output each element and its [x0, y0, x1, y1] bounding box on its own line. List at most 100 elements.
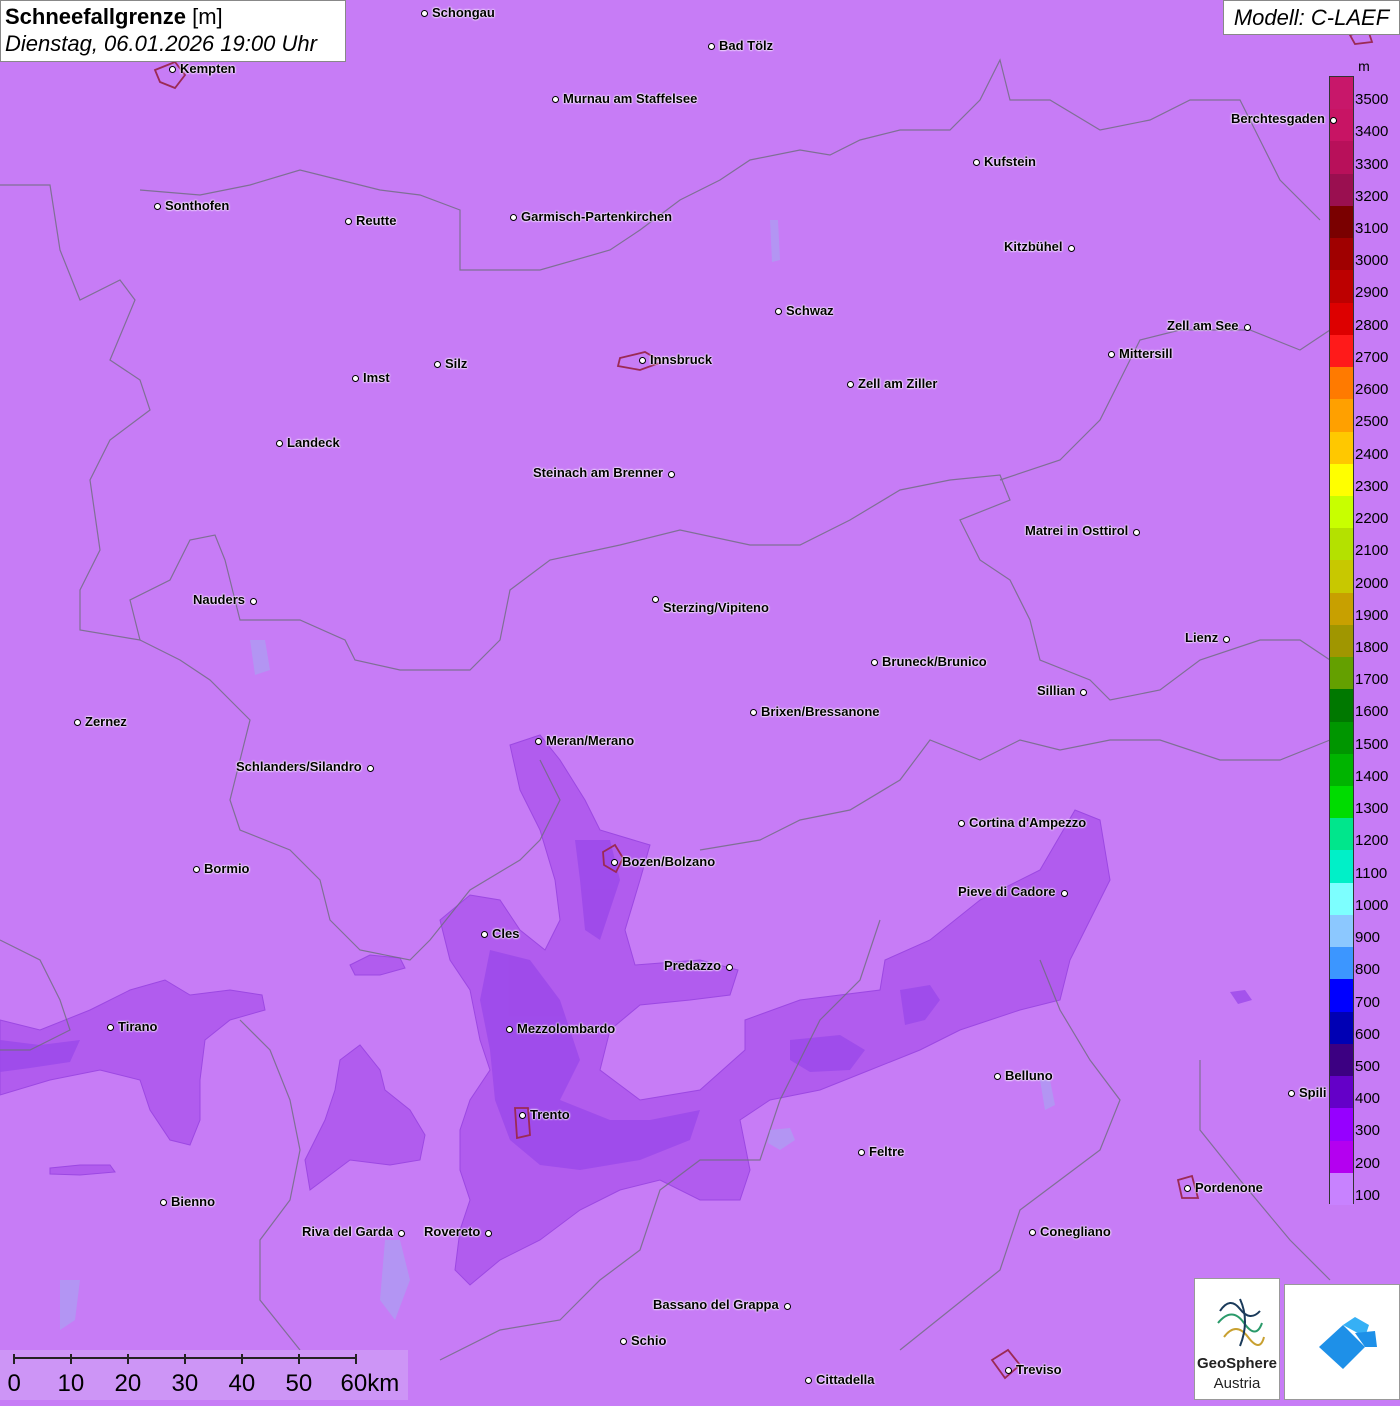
city-label: Kempten — [180, 61, 236, 76]
city-label: Pieve di Cadore — [958, 884, 1056, 899]
city-label: Zell am See — [1167, 318, 1239, 333]
city-label: Murnau am Staffelsee — [563, 91, 698, 106]
city-dot — [534, 737, 542, 745]
geosphere-logo-text-2: Austria — [1213, 1375, 1261, 1392]
city-label: Bad Tölz — [719, 38, 774, 53]
scale-label: 40 — [228, 1370, 256, 1397]
legend-label: 2000 — [1355, 574, 1389, 592]
city-label: Cortina d'Ampezzo — [969, 815, 1087, 830]
city-label: Kitzbühel — [1004, 239, 1063, 254]
app-logo[interactable] — [1284, 1284, 1400, 1400]
city-label: Meran/Merano — [546, 733, 635, 748]
city-label: Mittersill — [1119, 346, 1173, 361]
map-title: Schneefallgrenze [m] — [5, 4, 223, 29]
legend-color-swatch — [1330, 528, 1353, 561]
legend-color-swatch — [1330, 1108, 1353, 1142]
legend-color-swatch — [1330, 173, 1353, 207]
city-label: Predazzo — [664, 958, 722, 973]
legend-label: 1100 — [1355, 864, 1388, 882]
legend-label: 3100 — [1355, 220, 1389, 238]
city-label: Feltre — [869, 1144, 905, 1159]
city-label: Sillian — [1037, 683, 1076, 698]
city-label: Innsbruck — [650, 352, 713, 367]
map-datetime: Dienstag, 06.01.2026 19:00 Uhr — [5, 31, 317, 56]
legend-label: 2900 — [1355, 284, 1389, 302]
legend-color-swatch — [1330, 979, 1353, 1013]
legend-color-swatch — [1330, 721, 1353, 755]
city-dot — [783, 1302, 791, 1310]
legend-label: 3300 — [1355, 155, 1389, 173]
legend-label: 2600 — [1355, 381, 1389, 399]
geosphere-austria-logo[interactable]: GeoSphere Austria — [1194, 1278, 1280, 1400]
city-label: Bruneck/Brunico — [882, 654, 987, 669]
city-label: Steinach am Brenner — [533, 465, 664, 480]
city-dot — [249, 597, 257, 605]
legend-label: 1300 — [1355, 800, 1389, 818]
city-label: Bozen/Bolzano — [622, 854, 716, 869]
city-dot — [619, 1337, 627, 1345]
legend-color-bar — [1329, 76, 1354, 1206]
legend-label: 800 — [1355, 961, 1381, 979]
legend-color-swatch — [1330, 141, 1353, 175]
scale-label: 50 — [285, 1370, 313, 1397]
city-dot — [1132, 528, 1140, 536]
legend-color-swatch — [1330, 1011, 1353, 1045]
city-label: Bienno — [171, 1194, 216, 1209]
city-dot — [344, 217, 352, 225]
city-dot — [1107, 350, 1115, 358]
city-dot — [1079, 688, 1087, 696]
city-dot — [433, 360, 441, 368]
city-label: Mezzolombardo — [517, 1021, 616, 1036]
legend-unit: m — [1358, 58, 1370, 74]
city-label: Lienz — [1185, 630, 1219, 645]
city-dot — [1067, 244, 1075, 252]
city-dot — [804, 1376, 812, 1384]
city-dot — [159, 1198, 167, 1206]
legend-label: 500 — [1355, 1057, 1381, 1075]
legend-color-swatch — [1330, 689, 1353, 723]
city-dot — [480, 930, 488, 938]
city-dot — [774, 307, 782, 315]
legend-label: 1700 — [1355, 671, 1389, 689]
legend-color-swatch — [1330, 947, 1353, 980]
legend-label: 3000 — [1355, 252, 1389, 270]
legend-color-swatch — [1330, 431, 1353, 465]
city-label: Schongau — [432, 5, 495, 20]
legend-label: 1500 — [1355, 735, 1389, 753]
legend-color-swatch — [1330, 302, 1353, 336]
legend-label: 2700 — [1355, 348, 1389, 366]
legend-color-swatch — [1330, 109, 1353, 142]
city-dot — [972, 158, 980, 166]
legend-label: 2400 — [1355, 445, 1389, 463]
geosphere-logo-icon — [1217, 1298, 1265, 1347]
city-dot — [168, 65, 176, 73]
legend-label: 300 — [1355, 1122, 1381, 1140]
geosphere-logo-text-1: GeoSphere — [1196, 1355, 1278, 1372]
city-dot — [707, 42, 715, 50]
city-dot — [397, 1229, 405, 1237]
city-dot — [1028, 1228, 1036, 1236]
city-dot — [667, 470, 675, 478]
legend-label: 100 — [1355, 1186, 1381, 1204]
legend-label: 600 — [1355, 1025, 1381, 1043]
city-dot — [749, 708, 757, 716]
legend-color-swatch — [1330, 270, 1353, 304]
scale-label: 30 — [171, 1370, 199, 1397]
legend-label: 1900 — [1355, 606, 1389, 624]
city-label: Nauders — [193, 592, 246, 607]
city-dot — [192, 865, 200, 873]
city-label: Pordenone — [1195, 1180, 1263, 1195]
city-label: Reutte — [356, 213, 397, 228]
city-label: Bormio — [204, 861, 250, 876]
city-label: Silz — [445, 356, 468, 371]
scale-label: 20 — [114, 1370, 142, 1397]
scale-label: 10 — [57, 1370, 85, 1397]
legend-color-swatch — [1330, 882, 1353, 916]
city-dot — [1060, 889, 1068, 897]
city-dot — [1329, 116, 1337, 124]
city-dot — [518, 1111, 526, 1119]
city-dot — [846, 380, 854, 388]
legend-color-swatch — [1330, 495, 1353, 529]
legend-label: 2100 — [1355, 542, 1389, 560]
legend-color-swatch — [1330, 463, 1353, 497]
